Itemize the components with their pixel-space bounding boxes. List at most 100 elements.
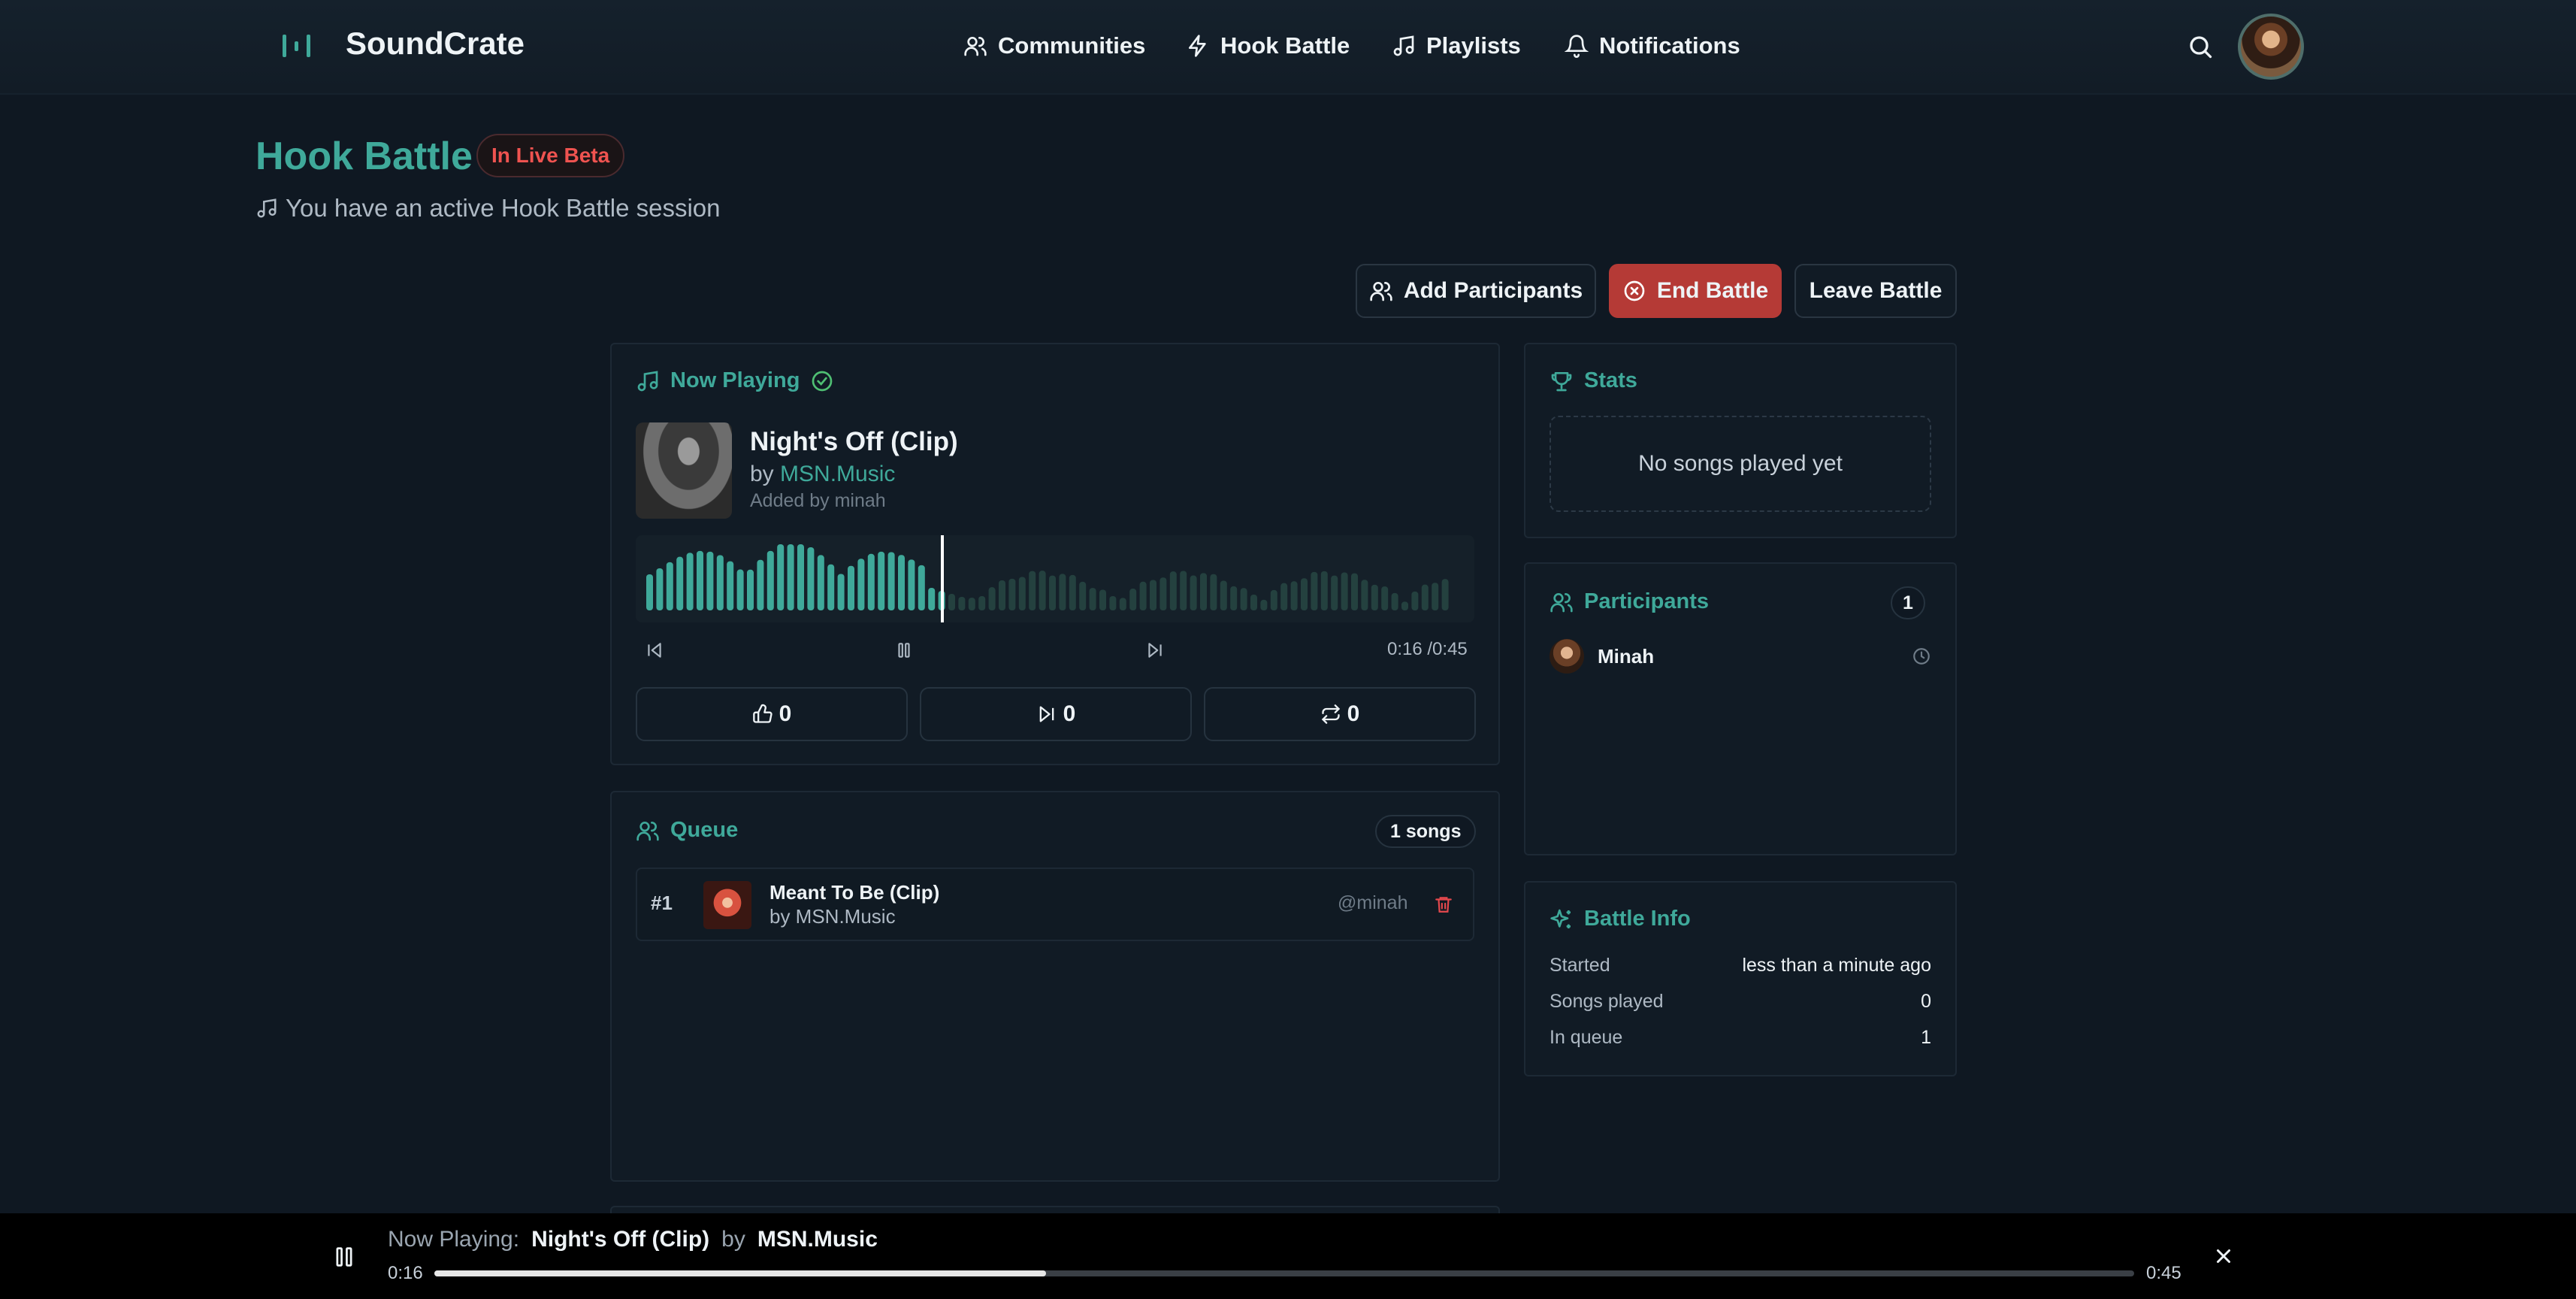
replay-count: 0 — [1347, 701, 1360, 726]
waveform-bar — [747, 569, 754, 610]
waveform-bar — [1301, 578, 1308, 610]
search-icon[interactable] — [2187, 33, 2214, 60]
skip-back-icon[interactable] — [645, 640, 664, 660]
participants-heading: Participants — [1550, 589, 1709, 614]
leave-battle-button[interactable]: Leave Battle — [1794, 264, 1957, 318]
check-circle-icon — [812, 371, 833, 391]
queue-card — [610, 791, 1500, 1182]
waveform-bar — [928, 588, 936, 610]
users-icon — [1550, 592, 1573, 612]
replay-button[interactable]: 0 — [1204, 687, 1476, 741]
skip-vote-button[interactable]: 0 — [920, 687, 1192, 741]
end-battle-button[interactable]: End Battle — [1609, 264, 1782, 318]
waveform-bar — [646, 574, 653, 610]
waveform-bar — [1250, 594, 1257, 610]
now-playing-added-by: Added by minah — [750, 490, 886, 511]
waveform-bar — [848, 565, 854, 610]
waveform-bar — [1008, 578, 1016, 610]
waveform-bar — [1371, 584, 1378, 610]
waveform-bar — [978, 595, 986, 610]
info-songs-played-value: 0 — [1921, 991, 1931, 1012]
waveform-bar — [837, 574, 845, 610]
beta-badge: In Live Beta — [476, 134, 625, 177]
waveform-bar — [787, 544, 794, 610]
waveform-bar — [706, 551, 714, 610]
now-playing-heading: Now Playing — [636, 368, 834, 393]
add-participants-button[interactable]: Add Participants — [1356, 264, 1596, 318]
waveform-bar — [1039, 571, 1046, 610]
participant-name: Minah — [1598, 645, 1655, 668]
footer-now-playing: Now Playing: Night's Off (Clip) by MSN.M… — [388, 1227, 878, 1252]
waveform-bar — [1139, 581, 1147, 610]
waveform-bar — [1180, 571, 1187, 610]
nav-notifications-label: Notifications — [1599, 32, 1740, 59]
queue-heading-text: Queue — [670, 818, 739, 842]
queue-item[interactable]: #1 Meant To Be (Clip) by MSN.Music @mina… — [636, 868, 1474, 941]
queue-item-number: #1 — [651, 892, 673, 914]
nav-playlists-label: Playlists — [1426, 32, 1521, 59]
logo-icon[interactable] — [281, 32, 313, 60]
waveform-bar — [1270, 589, 1277, 610]
waveform-bar — [1260, 599, 1268, 610]
waveform-bar — [1381, 586, 1389, 610]
skip-forward-icon[interactable] — [1145, 640, 1165, 660]
waveform-bar — [1411, 591, 1419, 610]
time-readout: 0:16 /0:45 — [1387, 639, 1468, 659]
brand-name[interactable]: SoundCrate — [346, 26, 525, 62]
waveform-bar — [817, 555, 824, 610]
user-avatar[interactable] — [2238, 14, 2304, 80]
footer-progress-bar[interactable] — [434, 1270, 2134, 1276]
playhead[interactable] — [941, 535, 944, 622]
waveform-bar — [1401, 601, 1408, 610]
nav-notifications[interactable]: Notifications — [1565, 27, 1740, 65]
session-status-text: You have an active Hook Battle session — [286, 194, 721, 222]
waveform-bar — [1129, 589, 1137, 610]
waveform-bar — [958, 597, 966, 610]
waveform-bar — [988, 587, 996, 610]
skip-icon — [1039, 706, 1054, 722]
waveform-bar — [908, 559, 915, 610]
like-button[interactable]: 0 — [636, 687, 908, 741]
music-note-icon — [257, 198, 277, 218]
now-playing-byline: by MSN.Music — [750, 462, 895, 487]
skip-count: 0 — [1063, 701, 1076, 726]
footer-current-time: 0:16 — [388, 1263, 423, 1283]
pause-icon[interactable] — [334, 1245, 355, 1269]
waveform-bar — [887, 552, 895, 610]
x-circle-icon — [1624, 280, 1645, 301]
sparkles-icon — [1550, 909, 1571, 928]
users-icon — [636, 821, 659, 840]
queue-item-title: Meant To Be (Clip) — [769, 881, 940, 904]
waveform-bar — [1200, 573, 1207, 610]
waveform-bar — [1331, 575, 1338, 610]
waveform-bar — [898, 555, 905, 610]
waveform-bars[interactable] — [636, 535, 1474, 622]
like-count: 0 — [779, 701, 792, 726]
now-playing-artist[interactable]: MSN.Music — [780, 462, 895, 486]
close-icon[interactable] — [2212, 1245, 2235, 1267]
waveform-bar — [1109, 596, 1117, 610]
users-icon — [964, 37, 987, 56]
trash-icon[interactable] — [1434, 895, 1453, 914]
now-playing-by: by — [750, 462, 774, 486]
waveform[interactable] — [636, 535, 1474, 622]
waveform-bar — [1079, 581, 1087, 610]
nav-playlists[interactable]: Playlists — [1392, 27, 1521, 65]
waveform-bar — [1441, 579, 1449, 610]
waveform-bar — [1280, 583, 1288, 610]
queue-item-artist: by MSN.Music — [769, 905, 896, 928]
waveform-bar — [1391, 592, 1398, 610]
waveform-bar — [736, 569, 744, 610]
nav-hook-battle[interactable]: Hook Battle — [1186, 27, 1350, 65]
waveform-bar — [1049, 575, 1056, 610]
waveform-bar — [1220, 580, 1227, 610]
waveform-bar — [1351, 573, 1358, 610]
queue-item-cover — [703, 881, 751, 929]
bell-icon — [1565, 35, 1589, 58]
participants-heading-text: Participants — [1584, 589, 1709, 613]
pause-icon[interactable] — [894, 640, 914, 660]
add-participants-label: Add Participants — [1403, 278, 1583, 303]
trophy-icon — [1551, 371, 1572, 391]
leave-battle-label: Leave Battle — [1809, 278, 1943, 303]
nav-communities[interactable]: Communities — [963, 27, 1145, 65]
